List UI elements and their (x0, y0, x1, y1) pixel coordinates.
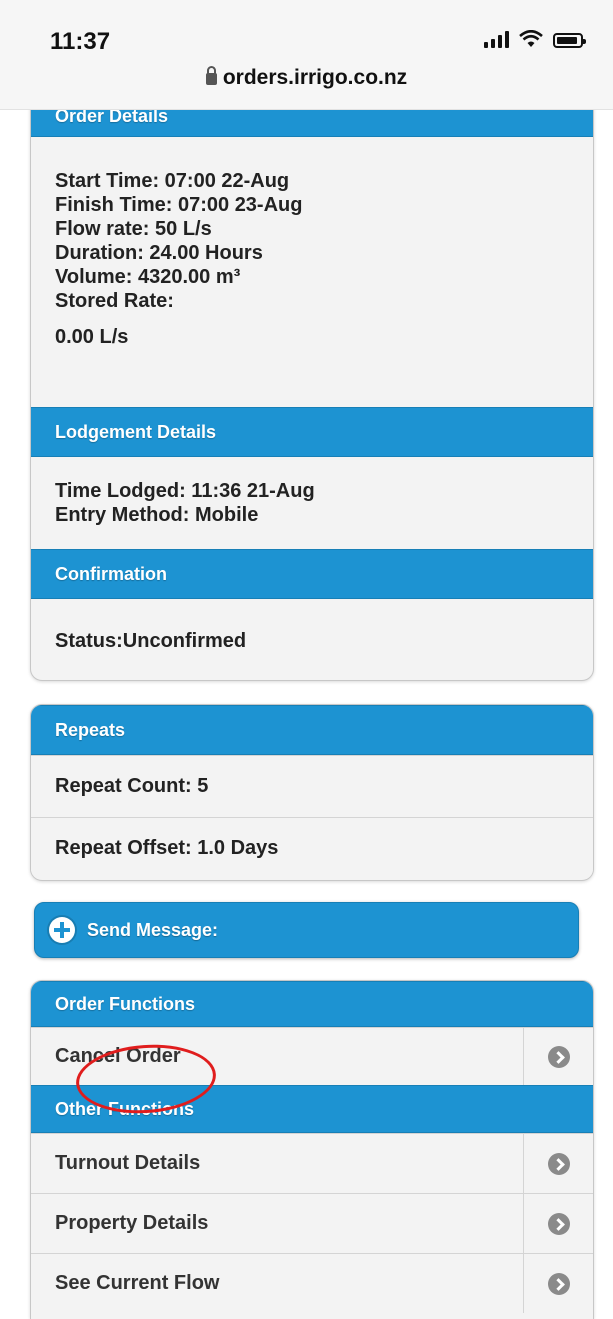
volume: Volume: 4320.00 m³ (55, 266, 241, 288)
battery-icon (553, 33, 586, 48)
status-bar: 11:37 orders.irrigo.co.nz (0, 0, 613, 110)
other-functions-header-label: Other Functions (55, 1098, 194, 1119)
other-functions-header: Other Functions (31, 1085, 593, 1133)
repeats-header: Repeats (31, 705, 593, 755)
send-message-button[interactable]: Send Message: (34, 902, 579, 958)
stored-rate-value: 0.00 L/s (55, 326, 129, 348)
property-details-arrow[interactable] (523, 1194, 593, 1253)
repeat-offset: Repeat Offset: 1.0 Days (55, 837, 279, 859)
turnout-details-link[interactable]: Turnout Details (31, 1133, 593, 1193)
repeat-offset-row: Repeat Offset: 1.0 Days (31, 817, 593, 879)
url-text: orders.irrigo.co.nz (222, 66, 408, 89)
send-message-label: Send Message: (87, 919, 219, 940)
stored-rate-label: Stored Rate: (55, 290, 174, 312)
lodgement-header-label: Lodgement Details (55, 421, 217, 442)
status-time: 11:37 (50, 28, 111, 55)
system-icons (484, 30, 586, 48)
see-current-flow-label: See Current Flow (55, 1272, 220, 1294)
entry-method: Entry Method: Mobile (55, 504, 259, 526)
chevron-right-icon (547, 1212, 570, 1235)
confirmation-body: Status:Unconfirmed (31, 599, 593, 653)
see-current-flow-link[interactable]: See Current Flow (31, 1253, 593, 1313)
repeats-header-label: Repeats (55, 719, 126, 740)
start-time: Start Time: 07:00 22-Aug (55, 170, 290, 192)
see-current-flow-arrow[interactable] (523, 1254, 593, 1313)
order-details-card: Order Details Start Time: 07:00 22-Aug F… (30, 88, 594, 681)
cancel-order-link[interactable]: Cancel Order (31, 1027, 593, 1085)
order-functions-header: Order Functions (31, 981, 593, 1027)
lodgement-body: Time Lodged: 11:36 21-Aug Entry Method: … (31, 457, 593, 549)
chevron-right-icon (547, 1152, 570, 1175)
flow-rate: Flow rate: 50 L/s (55, 218, 212, 240)
signal-icon (484, 30, 509, 48)
duration: Duration: 24.00 Hours (55, 242, 263, 264)
order-details-body: Start Time: 07:00 22-Aug Finish Time: 07… (31, 137, 593, 407)
repeat-count-row: Repeat Count: 5 (31, 755, 593, 817)
property-details-link[interactable]: Property Details (31, 1193, 593, 1253)
time-lodged: Time Lodged: 11:36 21-Aug (55, 480, 315, 502)
wifi-icon (519, 30, 543, 47)
confirmation-header: Confirmation (31, 549, 593, 599)
cancel-order-label: Cancel Order (55, 1045, 181, 1067)
chevron-right-icon (547, 1272, 570, 1295)
address-bar[interactable]: orders.irrigo.co.nz (0, 66, 613, 90)
turnout-details-arrow[interactable] (523, 1134, 593, 1193)
functions-card: Order Functions Cancel Order Other Funct… (30, 980, 594, 1319)
lock-icon (205, 66, 217, 85)
confirmation-header-label: Confirmation (55, 563, 167, 584)
cancel-order-arrow[interactable] (523, 1028, 593, 1085)
order-functions-header-label: Order Functions (55, 993, 196, 1014)
finish-time: Finish Time: 07:00 23-Aug (55, 194, 303, 216)
repeats-card: Repeats Repeat Count: 5 Repeat Offset: 1… (30, 704, 594, 881)
chevron-right-icon (547, 1045, 570, 1068)
confirmation-status: Status:Unconfirmed (55, 630, 247, 652)
plus-icon (49, 917, 75, 943)
property-details-label: Property Details (55, 1212, 209, 1234)
lodgement-header: Lodgement Details (31, 407, 593, 457)
repeat-count: Repeat Count: 5 (55, 775, 209, 797)
turnout-details-label: Turnout Details (55, 1152, 201, 1174)
